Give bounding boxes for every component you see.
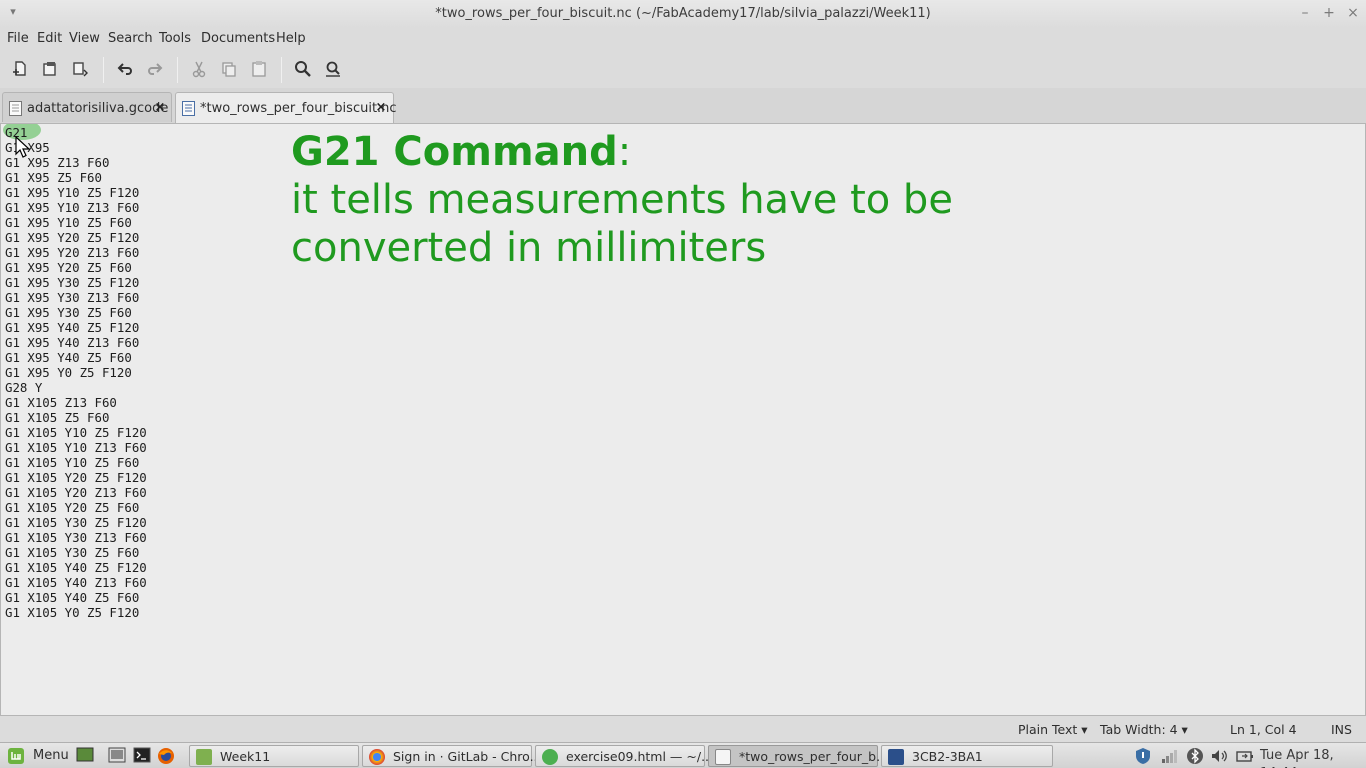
mouse-pointer-icon <box>15 136 31 158</box>
task-label: Week11 <box>220 749 271 764</box>
drive-icon <box>888 749 904 765</box>
document-tabs: adattatorisiliva.gcode × *two_rows_per_f… <box>0 88 1366 123</box>
maximize-button[interactable]: + <box>1320 4 1338 22</box>
editor-green-icon <box>542 749 558 765</box>
toolbar-separator <box>177 57 178 83</box>
file-manager-launcher-icon[interactable] <box>108 746 126 766</box>
battery-icon[interactable] <box>1236 747 1254 765</box>
taskbar: Menu Week11 Sign in · GitLab - Chro... e… <box>0 742 1366 768</box>
window-title: *two_rows_per_four_biscuit.nc (~/FabAcad… <box>435 6 931 21</box>
tab-label: adattatorisiliva.gcode <box>27 101 169 116</box>
text-editor-icon <box>715 749 731 765</box>
task-label: exercise09.html — ~/... <box>566 749 713 764</box>
toolbar-separator <box>103 57 104 83</box>
cut-icon[interactable] <box>188 58 210 80</box>
task-label: 3CB2-3BA1 <box>912 749 983 764</box>
menu-documents[interactable]: Documents <box>201 30 275 48</box>
menu-bar: File Edit View Search Tools Documents He… <box>0 28 1366 50</box>
menu-search[interactable]: Search <box>108 30 153 48</box>
tab-adattatorisiliva[interactable]: adattatorisiliva.gcode × <box>2 92 172 122</box>
task-label: *two_rows_per_four_b... <box>739 749 888 764</box>
terminal-launcher-icon[interactable] <box>133 746 151 766</box>
annotation-heading: G21 Command <box>291 129 618 175</box>
mint-logo-icon <box>8 748 24 764</box>
menu-edit[interactable]: Edit <box>37 30 62 48</box>
save-document-icon[interactable] <box>69 58 91 80</box>
taskbar-item-week11[interactable]: Week11 <box>189 745 359 767</box>
copy-icon[interactable] <box>218 58 240 80</box>
tab-label: *two_rows_per_four_biscuit.nc <box>200 101 397 116</box>
redo-icon[interactable] <box>144 58 166 80</box>
bluetooth-icon[interactable] <box>1186 747 1204 765</box>
text-file-icon <box>9 101 22 116</box>
shield-icon[interactable] <box>1134 747 1152 765</box>
find-icon[interactable] <box>292 58 314 80</box>
tab-close-button[interactable]: × <box>374 101 388 115</box>
annotation-overlay: G21 Command: it tells measurements have … <box>291 128 953 272</box>
show-desktop-icon[interactable] <box>76 746 94 766</box>
cursor-position: Ln 1, Col 4 <box>1230 722 1297 737</box>
minimize-button[interactable]: – <box>1296 4 1314 22</box>
tab-two-rows-per-four-biscuit[interactable]: *two_rows_per_four_biscuit.nc × <box>175 92 397 123</box>
taskbar-item-drive[interactable]: 3CB2-3BA1 <box>881 745 1053 767</box>
annotation-line: it tells measurements have to be <box>291 177 953 223</box>
open-document-icon[interactable] <box>39 58 61 80</box>
tab-close-button[interactable]: × <box>153 101 167 115</box>
annotation-line: converted in millimiters <box>291 225 767 271</box>
new-document-icon[interactable] <box>9 58 31 80</box>
toolbar <box>0 50 1366 88</box>
start-menu-button[interactable]: Menu <box>4 746 69 766</box>
chrome-icon <box>369 749 385 765</box>
insert-mode: INS <box>1331 722 1352 737</box>
taskbar-item-gitlab-chrome[interactable]: Sign in · GitLab - Chro... <box>362 745 542 767</box>
close-window-button[interactable]: × <box>1344 4 1362 22</box>
taskbar-item-exercise09[interactable]: exercise09.html — ~/... <box>535 745 713 767</box>
clock[interactable]: Tue Apr 18, 14:44 <box>1260 747 1366 768</box>
toolbar-separator <box>281 57 282 83</box>
folder-icon <box>196 749 212 765</box>
status-bar: Plain Text ▾ Tab Width: 4 ▾ Ln 1, Col 4 … <box>0 716 1366 742</box>
menu-help[interactable]: Help <box>276 30 306 48</box>
undo-icon[interactable] <box>114 58 136 80</box>
taskbar-item-two-rows[interactable]: *two_rows_per_four_b... <box>708 745 888 767</box>
volume-icon[interactable] <box>1210 747 1228 765</box>
firefox-launcher-icon[interactable] <box>156 746 176 766</box>
network-signal-icon[interactable] <box>1160 747 1178 765</box>
text-editor-area[interactable]: G21 G1 X95 G1 X95 Z13 F60 G1 X95 Z5 F60 … <box>0 123 1366 716</box>
menu-file[interactable]: File <box>7 30 29 48</box>
title-bar: ▾ *two_rows_per_four_biscuit.nc (~/FabAc… <box>0 0 1366 28</box>
edited-file-icon <box>182 101 195 116</box>
start-menu-label: Menu <box>33 748 69 763</box>
menu-view[interactable]: View <box>69 30 100 48</box>
tab-width-selector[interactable]: Tab Width: 4 ▾ <box>1100 722 1188 737</box>
language-selector[interactable]: Plain Text ▾ <box>1018 722 1088 737</box>
menu-tools[interactable]: Tools <box>159 30 191 48</box>
find-replace-icon[interactable] <box>322 58 344 80</box>
annotation-colon: : <box>617 129 632 175</box>
gcode-text[interactable]: G21 G1 X95 G1 X95 Z13 F60 G1 X95 Z5 F60 … <box>5 125 147 620</box>
task-label: Sign in · GitLab - Chro... <box>393 749 542 764</box>
paste-icon[interactable] <box>248 58 270 80</box>
